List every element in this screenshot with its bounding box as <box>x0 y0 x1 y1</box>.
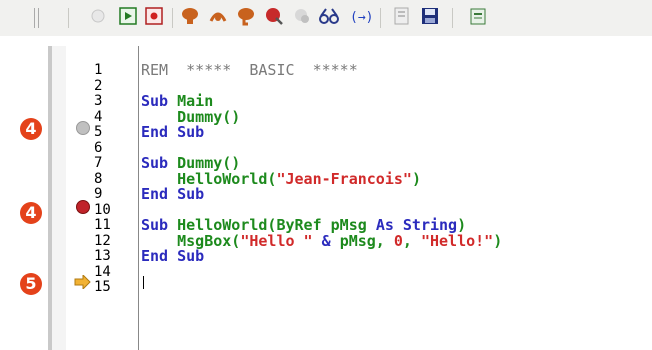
code-line[interactable]: 14 <box>52 263 652 280</box>
code-line[interactable]: 12 MsgBox("Hello " & pMsg, 0, "Hello!") <box>52 231 652 250</box>
code-line[interactable]: 7 Sub Dummy() <box>52 155 652 171</box>
insert-basic-source-icon[interactable] <box>392 6 412 26</box>
line-number: 12 <box>94 232 111 249</box>
code-token: , <box>402 231 421 250</box>
ide-start-icon[interactable] <box>88 6 108 26</box>
code-text: Sub Main <box>141 94 213 109</box>
step-over-icon[interactable] <box>208 6 228 26</box>
line-number: 6 <box>94 139 103 156</box>
line-number: 15 <box>94 279 111 295</box>
code-text: End Sub <box>141 123 205 141</box>
line-number: 14 <box>94 263 111 280</box>
code-token: End Sub <box>141 247 205 265</box>
code-text: Sub Dummy() <box>141 156 240 171</box>
code-token: & <box>312 231 340 250</box>
import-dialog-icon[interactable] <box>468 6 488 26</box>
line-number: 9 <box>94 186 103 202</box>
line-number: 7 <box>94 155 103 171</box>
callout-marker-4: 4 <box>20 118 42 140</box>
line-number: 2 <box>94 77 103 94</box>
toolbar-separator <box>380 8 381 28</box>
code-token: "Jean-Francois" <box>276 169 412 188</box>
code-line[interactable]: 8 HelloWorld("Jean-Francois") <box>52 169 652 188</box>
toolbar-separator <box>172 8 173 28</box>
step-out-icon[interactable] <box>236 6 256 26</box>
code-text: End Sub <box>141 247 205 265</box>
code-text: HelloWorld("Jean-Francois") <box>141 169 421 188</box>
toolbar-separator <box>68 8 69 28</box>
code-text: End Sub <box>141 185 205 203</box>
save-basic-icon[interactable] <box>420 6 440 26</box>
toolbar-handle[interactable] <box>34 8 39 28</box>
code-line[interactable]: 3 Sub Main <box>52 93 652 109</box>
code-line[interactable]: 15 <box>52 279 652 295</box>
code-line[interactable]: 11 Sub HelloWorld(ByRef pMsg As String) <box>52 217 652 233</box>
line-number: 10 <box>94 201 111 218</box>
code-text: MsgBox("Hello " & pMsg, 0, "Hello!") <box>141 231 503 250</box>
line-number: 11 <box>94 217 111 233</box>
code-line[interactable]: 13 End Sub <box>52 247 652 265</box>
line-number: 8 <box>94 170 103 187</box>
code-line[interactable]: 2 <box>52 77 652 94</box>
line-number: 4 <box>94 108 103 125</box>
code-token: End Sub <box>141 185 205 203</box>
callout-marker-4b: 4 <box>20 202 42 224</box>
line-number: 5 <box>94 124 103 140</box>
basic-code-editor[interactable]: 1 REM ***** BASIC ***** 2 3 Sub Main 4 Dummy(… <box>48 46 652 350</box>
code-line[interactable]: 4 Dummy() <box>52 108 652 125</box>
code-token: REM ***** BASIC ***** <box>141 61 358 79</box>
code-token: 0 <box>393 231 403 250</box>
stop-icon[interactable] <box>144 6 164 26</box>
callout-marker-5: 5 <box>20 273 42 295</box>
code-line[interactable]: 9 End Sub <box>52 185 652 203</box>
code-line[interactable]: 5 End Sub <box>52 123 652 141</box>
find-parentheses-icon[interactable]: (→) <box>350 6 373 26</box>
run-icon[interactable] <box>118 6 138 26</box>
code-token: "Hello " <box>240 231 313 250</box>
code-text: REM ***** BASIC ***** <box>141 61 358 79</box>
watch-icon[interactable] <box>318 6 339 26</box>
manage-breakpoints-icon[interactable] <box>292 6 312 26</box>
basic-ide-toolbar: (→) <box>0 0 652 36</box>
code-text: Sub HelloWorld(ByRef pMsg As String) <box>141 218 466 233</box>
code-token: End Sub <box>141 123 205 141</box>
step-into-icon[interactable] <box>180 6 200 26</box>
code-line[interactable]: 10 <box>52 201 652 218</box>
code-token: ) <box>493 231 503 250</box>
code-token: pMsg, <box>339 231 394 250</box>
code-token: ) <box>411 169 421 188</box>
toggle-breakpoint-icon[interactable] <box>264 6 284 26</box>
svg-text:(→): (→) <box>350 10 373 25</box>
code-line[interactable]: 6 <box>52 139 652 156</box>
line-number: 3 <box>94 93 103 109</box>
line-number: 1 <box>94 62 103 78</box>
toolbar-separator <box>452 8 453 28</box>
code-token: "Hello!" <box>420 231 494 250</box>
code-text: Dummy() <box>141 109 240 124</box>
code-line[interactable]: 1 REM ***** BASIC ***** <box>52 61 652 79</box>
line-number: 13 <box>94 248 111 264</box>
